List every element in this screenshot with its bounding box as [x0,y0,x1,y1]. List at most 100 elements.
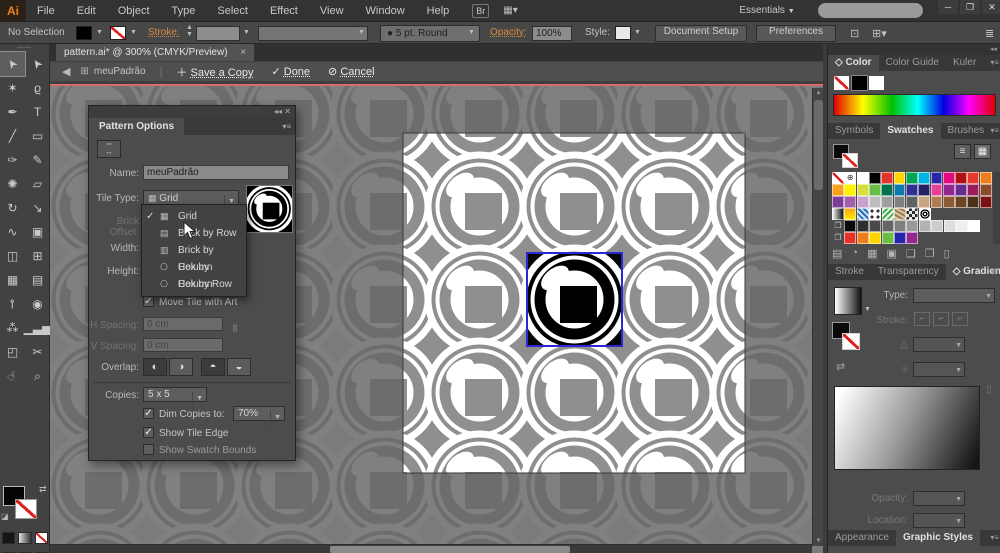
direct-selection-tool[interactable]: ➤ [25,52,50,76]
color-themes-icon[interactable]: ◔ [851,247,858,260]
swatch[interactable] [918,196,931,208]
gradient-slider[interactable] [834,386,980,470]
pat-dot-swatch[interactable] [869,208,882,220]
panel-menu-icon[interactable]: ▾≡ [990,126,999,135]
swatch[interactable] [869,220,882,232]
workspace-switcher[interactable]: Essentials ▼ [733,2,801,19]
menu-help[interactable]: Help [416,0,461,22]
menu-file[interactable]: File [26,0,66,22]
swatch[interactable] [930,196,943,208]
list-view-button[interactable]: ≡ [954,144,971,159]
color-spectrum-bar[interactable] [833,94,996,116]
swatch[interactable] [930,172,943,184]
save-a-copy-button[interactable]: ＋ Save a Copy [176,64,253,80]
close-button[interactable]: ✕ [982,0,1000,14]
swatch[interactable] [893,196,906,208]
stroke-weight-stepper[interactable]: ▲ ▼ [186,24,193,38]
swatch[interactable] [955,172,968,184]
swatch-libraries-menu-icon[interactable]: ▤ [832,247,842,260]
menu-view[interactable]: View [309,0,355,22]
link-spacing-icon[interactable]: ∞ [229,324,241,332]
swatch[interactable] [906,232,919,244]
stroke-proxy-swatch[interactable] [842,333,860,350]
collapse-dock-icon[interactable]: ◂◂ [828,44,1000,55]
gradient-angle-select[interactable]: ▼ [913,337,965,352]
tab-appearance[interactable]: Appearance [828,530,896,546]
swatch[interactable] [942,184,955,196]
grad-bw-swatch[interactable] [832,208,844,220]
gradient-mode-button[interactable] [18,532,32,544]
chevron-down-icon[interactable]: ▼ [864,306,871,313]
chevron-down-icon[interactable]: ▼ [243,29,250,36]
chevron-down-icon[interactable]: ▼ [358,29,365,36]
variable-width-profile[interactable] [258,26,368,41]
opacity-select[interactable]: ▼ [913,491,965,506]
opacity-field[interactable]: 100% [532,26,572,41]
menu-edit[interactable]: Edit [66,0,107,22]
none-mode-button[interactable] [34,532,48,544]
symbol-sprayer-tool[interactable]: ⁂ [0,316,25,340]
panel-menu-icon[interactable]: ▾≡ [990,267,999,276]
swatch[interactable] [893,184,906,196]
swatch[interactable] [918,220,931,232]
pat-tex2-swatch[interactable] [906,208,919,220]
pencil-tool[interactable]: ✎ [25,148,50,172]
pattern-options-tab[interactable]: Pattern Options [89,118,185,135]
paintbrush-tool[interactable]: ✑ [0,148,25,172]
stroke-along-icon[interactable]: ⌐ [933,312,949,326]
menu-item-brick-by-column[interactable]: ▥ Brick by Column [142,242,246,273]
pen-tool[interactable]: ✒ [0,100,25,124]
color-group-folder-icon[interactable]: ❐ [832,220,844,232]
location-select[interactable]: ▼ [913,513,965,528]
scale-tool[interactable]: ↘ [25,196,50,220]
hand-tool[interactable]: ☞ [0,364,25,388]
stroke-proxy-swatch[interactable] [842,153,858,168]
eyedropper-tool[interactable]: ⊸ [0,292,25,316]
swatch[interactable] [955,220,968,232]
close-tab-icon[interactable]: × [240,47,246,58]
swatch[interactable] [868,184,881,196]
pat-blue-swatch[interactable] [856,208,869,220]
swatch[interactable] [955,196,968,208]
scroll-up-icon[interactable]: ▲ [813,90,824,96]
swatch[interactable] [968,220,981,232]
vertical-scroll-thumb[interactable] [814,100,823,190]
arrange-documents-icon[interactable]: ▦▾ [503,5,517,16]
h-spacing-field[interactable]: 0 cm [143,317,223,331]
chevron-down-icon[interactable]: ▼ [130,29,137,36]
menu-effect[interactable]: Effect [259,0,309,22]
gradient-thumbnail[interactable] [834,287,862,315]
pat-tex1-swatch[interactable] [893,208,906,220]
overlap-bottom-front-button[interactable]: ◒ [227,358,251,376]
pat-green-swatch[interactable] [881,208,894,220]
style-swatch[interactable] [615,26,631,40]
align-icon[interactable]: ⊡ [850,27,859,40]
swatch[interactable] [881,184,894,196]
swatch[interactable] [856,196,869,208]
show-swatch-kinds-icon[interactable]: ▦ [867,247,877,260]
collapse-panel-icon[interactable]: ◂◂ [274,107,282,116]
swatch[interactable] [844,220,857,232]
swatch[interactable] [856,220,869,232]
gradient-tool[interactable]: ▤ [25,268,50,292]
stroke-swatch[interactable] [15,499,37,519]
swatch[interactable] [967,196,980,208]
cancel-button[interactable]: ⊘ Cancel [328,65,375,78]
swatch[interactable] [856,184,869,196]
preferences-button[interactable]: Preferences [756,25,836,42]
rectangle-tool[interactable]: ▭ [25,124,50,148]
swatch[interactable] [967,184,980,196]
panel-menu-icon[interactable]: ▾≡ [990,58,999,67]
perspective-grid-tool[interactable]: ⊞ [25,244,50,268]
swatch[interactable] [967,172,980,184]
mesh-tool[interactable]: ▦ [0,268,25,292]
brush-definition[interactable]: ● 5 pt. Round [380,25,480,42]
fill-color-swatch[interactable] [76,26,92,40]
eraser-tool[interactable]: ▱ [25,172,50,196]
magic-wand-tool[interactable]: ✶ [0,76,25,100]
swatch[interactable] [868,172,881,184]
menu-item-hex-by-column[interactable]: ⎔ Hex by Column [142,259,246,290]
swatch[interactable] [868,196,881,208]
menu-type[interactable]: Type [161,0,207,22]
restore-button[interactable]: ❐ [960,0,980,14]
